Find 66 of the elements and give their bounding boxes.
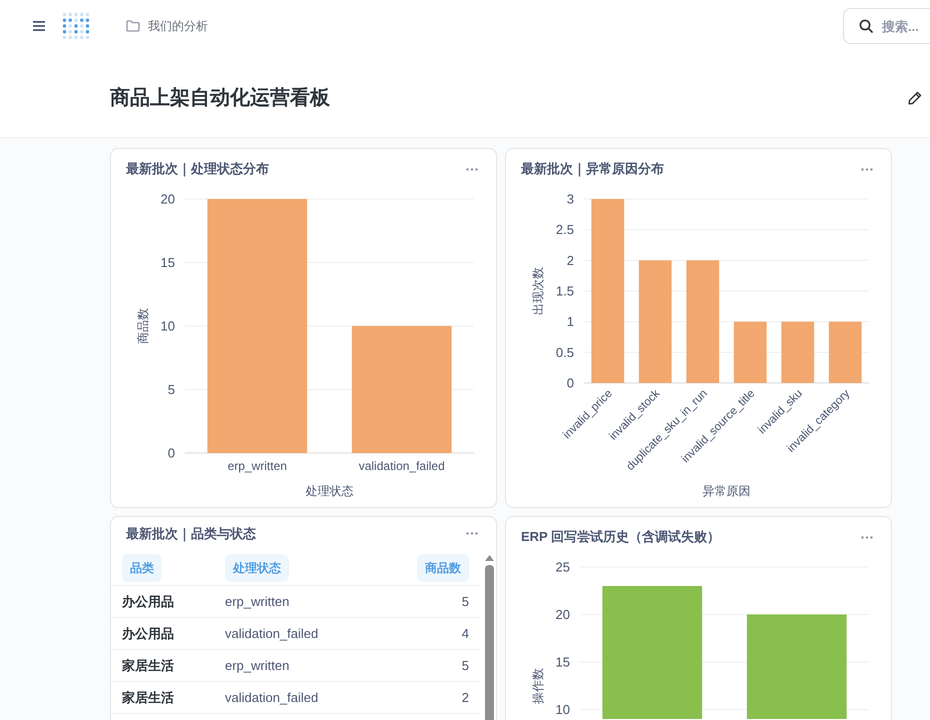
bar[interactable]	[686, 260, 720, 383]
bar[interactable]	[352, 326, 452, 453]
y-tick-label: 2.5	[556, 222, 574, 238]
bar[interactable]	[638, 260, 672, 383]
column-header[interactable]: 商品数	[417, 554, 469, 582]
bar[interactable]	[591, 199, 624, 383]
bar[interactable]	[734, 322, 767, 383]
card-title: ERP 回写尝试历史（含调试失败）	[521, 528, 720, 546]
table-cell-text: 办公用品	[122, 593, 174, 612]
x-axis-title: 异常原因	[702, 484, 750, 498]
y-tick-label: 15	[160, 255, 175, 270]
table-cell-text: 4	[462, 625, 469, 644]
x-axis-title: 处理状态	[306, 484, 354, 498]
y-tick-label: 10	[160, 318, 175, 334]
y-tick-label: 2	[566, 252, 574, 268]
more-icon[interactable]	[466, 168, 478, 170]
table-cell-text: 5	[462, 593, 469, 612]
y-tick-label: 0	[168, 446, 175, 460]
table-cell-text: validation_failed	[225, 625, 318, 644]
y-tick-label: 0.5	[556, 344, 574, 360]
card-title: 最新批次｜处理状态分布	[126, 160, 269, 178]
y-tick-label: 0	[566, 376, 574, 390]
table-cell-text: erp_written	[225, 593, 290, 612]
menu-icon[interactable]	[33, 21, 45, 31]
more-icon[interactable]	[861, 536, 873, 538]
y-tick-label: 5	[168, 382, 175, 397]
column-header[interactable]: 处理状态	[225, 554, 289, 582]
table-cell-text: 办公用品	[122, 625, 174, 644]
card-title: 最新批次｜品类与状态	[126, 524, 256, 544]
more-icon[interactable]	[466, 532, 478, 536]
y-tick-label: 10	[556, 702, 570, 717]
dotted-logo-icon[interactable]	[62, 12, 90, 40]
more-icon[interactable]	[861, 168, 873, 170]
scrollbar-thumb[interactable]	[485, 565, 494, 720]
y-tick-label: 15	[556, 654, 570, 670]
dashboard-title: 商品上架自动化运营看板	[110, 86, 330, 110]
table-cell-text: 2	[462, 689, 469, 708]
bar[interactable]	[207, 199, 308, 453]
y-tick-label: 20	[160, 192, 175, 206]
scroll-up-arrow-icon[interactable]	[485, 555, 494, 562]
bar[interactable]	[828, 322, 862, 383]
table-cell-text: erp_written	[225, 657, 290, 676]
pencil-icon[interactable]	[908, 90, 922, 104]
table-cell-text: 家居生活	[122, 689, 174, 708]
y-tick-label: 20	[556, 607, 570, 622]
y-axis-title: 商品数	[136, 308, 150, 344]
search-field[interactable]: 搜索...	[843, 8, 930, 44]
table-cell-text: 5	[462, 657, 469, 676]
search-icon	[859, 19, 873, 33]
y-tick-label: 3	[566, 192, 574, 206]
table-cell-text: validation_failed	[225, 689, 318, 708]
column-header[interactable]: 品类	[122, 554, 162, 582]
bar[interactable]	[602, 586, 702, 719]
bar[interactable]	[781, 322, 814, 383]
breadcrumb-link[interactable]: 我们的分析	[148, 17, 208, 35]
bar[interactable]	[746, 614, 847, 719]
y-axis-title: 操作数	[531, 668, 545, 704]
folder-icon	[126, 20, 140, 32]
table-cell-text: 家居生活	[122, 657, 174, 676]
y-tick-label: 1	[566, 314, 574, 330]
y-axis-title: 出现次数	[531, 267, 545, 315]
y-tick-label: 25	[556, 560, 570, 574]
x-tick-label: erp_written	[228, 459, 287, 473]
y-tick-label: 1.5	[556, 284, 574, 298]
card-title: 最新批次｜异常原因分布	[521, 160, 664, 178]
x-tick-label: validation_failed	[358, 459, 445, 473]
